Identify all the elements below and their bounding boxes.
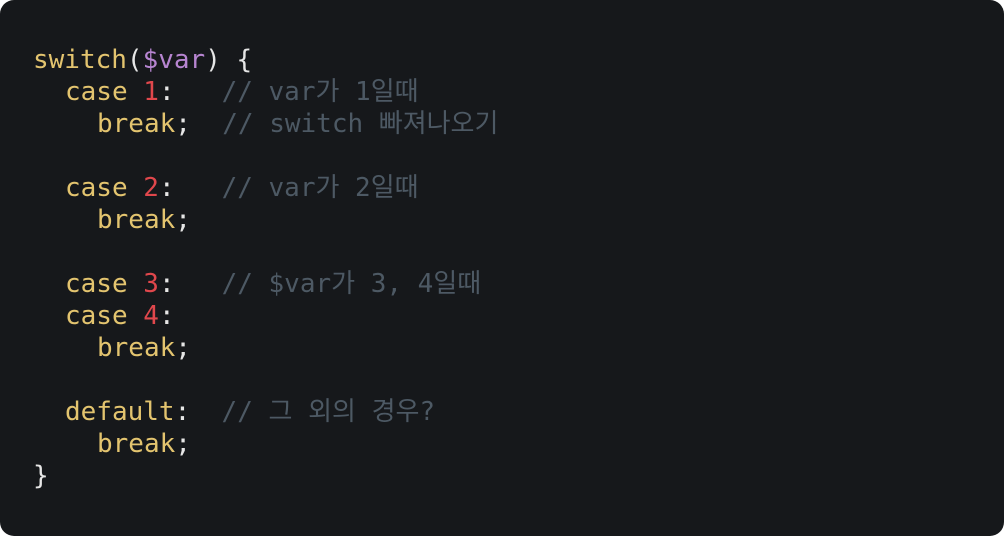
- keyword-break: break: [97, 333, 176, 363]
- case-value: 4: [143, 301, 159, 331]
- semicolon: ;: [175, 109, 191, 139]
- code-comment: // $var가 3, 4일때: [221, 269, 482, 299]
- code-line-case-1: case 1: // var가 1일때: [33, 76, 1004, 108]
- code-block: switch($var) { case 1: // var가 1일때 break…: [0, 0, 1004, 536]
- semicolon: ;: [175, 333, 191, 363]
- colon: :: [158, 77, 175, 107]
- code-line-default: default: // 그 외의 경우?: [33, 396, 1004, 428]
- colon: :: [158, 173, 175, 203]
- code-line-switch: switch($var) {: [33, 44, 1004, 76]
- colon: :: [158, 301, 175, 331]
- keyword-break: break: [97, 205, 176, 235]
- variable-var: $var: [142, 45, 206, 75]
- code-comment: // switch 빠져나오기: [222, 109, 499, 139]
- code-line-break: break;: [33, 204, 1004, 236]
- keyword-case: case: [65, 301, 128, 331]
- keyword-case: case: [65, 173, 128, 203]
- closing-brace: }: [33, 461, 49, 491]
- code-line-break: break; // switch 빠져나오기: [33, 108, 1004, 140]
- keyword-switch: switch: [33, 45, 127, 75]
- code-line-break: break;: [33, 332, 1004, 364]
- colon: :: [158, 269, 175, 299]
- keyword-case: case: [65, 77, 128, 107]
- code-line-case-4: case 4:: [33, 300, 1004, 332]
- case-value: 3: [143, 269, 159, 299]
- code-comment: // 그 외의 경우?: [221, 397, 436, 427]
- semicolon: ;: [175, 205, 191, 235]
- code-line-break: break;: [33, 428, 1004, 460]
- colon: :: [174, 397, 191, 427]
- keyword-default: default: [65, 397, 175, 427]
- code-line-close: }: [33, 460, 1004, 492]
- keyword-case: case: [65, 269, 128, 299]
- case-value: 1: [143, 77, 159, 107]
- semicolon: ;: [175, 429, 191, 459]
- code-line-case-3: case 3: // $var가 3, 4일때: [33, 268, 1004, 300]
- code-comment: // var가 2일때: [221, 173, 419, 203]
- code-comment: // var가 1일때: [221, 77, 419, 107]
- open-paren: (: [126, 45, 143, 75]
- case-value: 2: [143, 173, 159, 203]
- keyword-break: break: [97, 429, 176, 459]
- keyword-break: break: [97, 109, 176, 139]
- close-paren-brace: ) {: [205, 45, 253, 75]
- code-line-case-2: case 2: // var가 2일때: [33, 172, 1004, 204]
